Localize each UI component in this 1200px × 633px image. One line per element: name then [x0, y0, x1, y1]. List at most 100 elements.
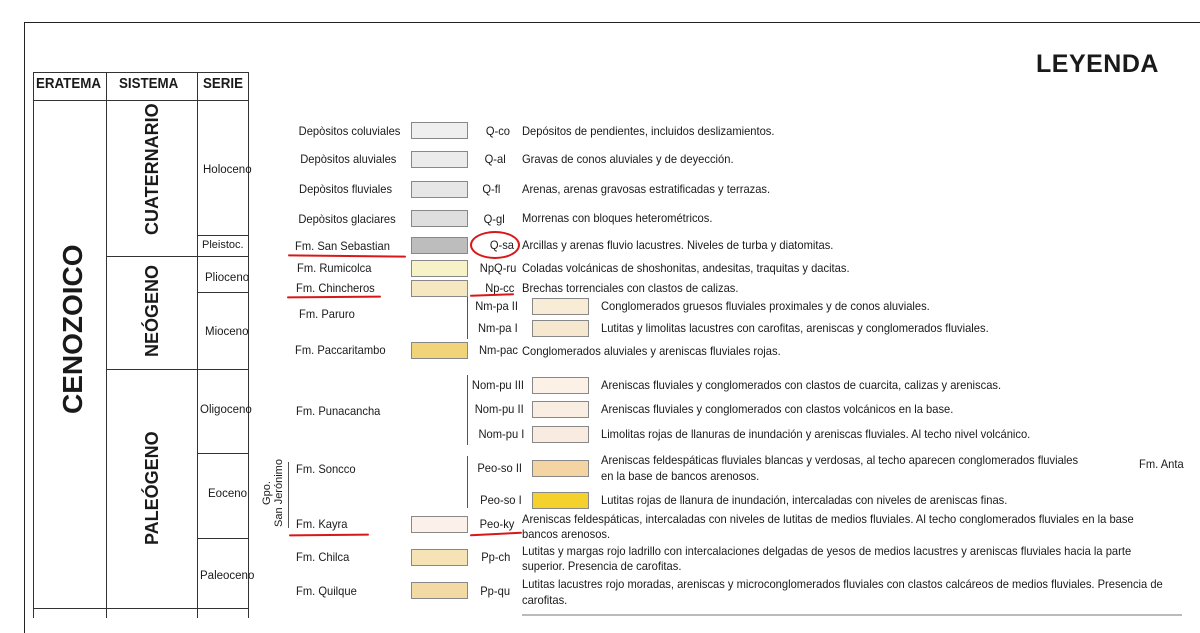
unit-description: Limolitas rojas de llanuras de inundació… [601, 427, 1031, 441]
unit-description: Areniscas fluviales y conglomerados con … [601, 402, 954, 416]
unit-description: Areniscas feldespáticas fluviales blanca… [601, 453, 1079, 467]
unit-description: Areniscas fluviales y conglomerados con … [601, 378, 1002, 392]
sistema-cuaternario: CUATERNARIO [142, 103, 162, 235]
unit-name: Depòsitos aluviales [299, 152, 396, 166]
unit-code: Peo-so I [480, 493, 522, 507]
unit-swatch [411, 342, 468, 359]
unit-swatch [411, 549, 468, 566]
grupo-bracket [288, 462, 289, 528]
unit-swatch [532, 492, 589, 509]
unit-name: Fm. Chincheros [296, 281, 375, 295]
serie-holoceno: Holoceno [203, 164, 252, 176]
unit-code: Nm-pa II [475, 299, 518, 313]
eoceno-bottom-line [197, 538, 248, 539]
sistema-paleogeno: PALEÓGENO [142, 431, 162, 545]
unit-code: Q-fl [482, 182, 500, 196]
paruro-bracket [467, 297, 468, 339]
header-bottom-line [33, 100, 248, 101]
unit-swatch [411, 516, 468, 533]
unit-description: Brechas torrenciales con clastos de cali… [522, 281, 739, 295]
neogeno-bottom-line [106, 369, 248, 370]
unit-swatch [532, 401, 589, 418]
header-sistema: SISTEMA [119, 76, 179, 92]
unit-swatch [411, 280, 468, 297]
red-circle-q-sa [470, 231, 520, 259]
unit-description: Arenas, arenas gravosas estratificadas y… [522, 182, 771, 196]
header-serie: SERIE [203, 76, 244, 92]
unit-name: Fm. Rumicolca [297, 261, 372, 275]
unit-description: Depósitos de pendientes, incluidos desli… [522, 124, 775, 138]
serie-oligoceno: Oligoceno [200, 404, 252, 416]
plioceno-bottom-line [197, 292, 248, 293]
unit-code: Nm-pac [478, 343, 518, 357]
punacancha-bracket [467, 375, 468, 445]
unit-code: Pp-qu [480, 584, 510, 598]
oligoceno-bottom-line [197, 453, 248, 454]
side-label-fm-anta: Fm. Anta [1139, 457, 1184, 471]
unit-description: Conglomerados gruesos fluviales proximal… [601, 299, 930, 313]
table-top-line [33, 72, 248, 73]
unit-swatch [532, 460, 589, 477]
unit-code: NpQ-ru [479, 261, 516, 275]
unit-description-line2: en la base de bancos arenosos. [601, 469, 760, 483]
unit-description: Conglomerados aluviales y areniscas fluv… [522, 344, 781, 358]
cutoff-text-row [522, 614, 1182, 616]
cuaternario-bottom-line [106, 256, 248, 257]
unit-name: Depòsitos coluviales [298, 124, 400, 138]
unit-name: Fm. Paccaritambo [295, 343, 386, 357]
unit-description: Lutitas y limolitas lacustres con carofi… [601, 321, 989, 335]
unit-code: Pp-ch [480, 550, 510, 564]
soncco-bracket [467, 456, 468, 508]
unit-description-line2: bancos arenosos. [522, 527, 611, 541]
eratema-divider [106, 72, 107, 618]
unit-description: Arcillas y arenas fluvio lacustres. Nive… [522, 238, 834, 252]
serie-plioceno: Plioceno [205, 272, 250, 284]
unit-swatch [411, 122, 468, 139]
serie-eoceno: Eoceno [208, 488, 248, 500]
unit-description: Morrenas con bloques heterométricos. [522, 211, 713, 225]
unit-name: Depòsitos fluviales [298, 182, 392, 196]
unit-code: Q-co [485, 124, 510, 138]
unit-name: Depòsitos glaciares [298, 212, 396, 226]
unit-name: Fm. San Sebastian [295, 239, 390, 253]
grupo-label-line2: San Jerónimo [273, 459, 285, 527]
unit-swatch [411, 151, 468, 168]
unit-swatch [532, 320, 589, 337]
eratema-cenozoico: CENOZOICO [57, 244, 88, 414]
unit-swatch [532, 298, 589, 315]
unit-swatch [411, 181, 468, 198]
unit-description: Coladas volcánicas de shoshonitas, andes… [522, 261, 850, 275]
header-eratema: ERATEMA [36, 76, 101, 92]
unit-code: Peo-so II [477, 461, 522, 475]
unit-description: Lutitas rojas de llanura de inundación, … [601, 493, 1008, 507]
serie-divider [248, 72, 249, 618]
unit-code: Nm-pa I [478, 321, 518, 335]
unit-description: Areniscas feldespáticas, intercaladas co… [522, 512, 1134, 526]
unit-name: Fm. Punacancha [296, 404, 381, 418]
unit-code: Peo-ky [479, 517, 514, 531]
unit-code: Nom-pu II [475, 402, 524, 416]
table-bottom-line [33, 608, 248, 609]
unit-description-line2: superior. Presencia de carofitas. [522, 559, 682, 573]
serie-paleoceno: Paleoceno [200, 570, 255, 582]
unit-code: Q-gl [483, 212, 505, 226]
table-left-border [33, 72, 34, 618]
sistema-divider [197, 72, 198, 618]
serie-mioceno: Mioceno [205, 326, 249, 338]
unit-description: Lutitas y margas rojo ladrillo con inter… [522, 544, 1132, 558]
unit-name: Fm. Paruro [299, 307, 355, 321]
unit-swatch [532, 377, 589, 394]
unit-code: Nom-pu I [478, 427, 524, 441]
unit-description-line2: carofitas. [522, 593, 568, 607]
unit-name: Fm. Chilca [296, 550, 350, 564]
unit-name: Fm. Soncco [296, 462, 356, 476]
holoceno-bottom-line [197, 235, 248, 236]
unit-code: Nom-pu III [471, 378, 524, 392]
unit-swatch [411, 582, 468, 599]
serie-pleistoceno: Pleistoc. [202, 239, 244, 251]
unit-name: Fm. Quilque [296, 584, 357, 598]
sistema-neogeno: NEÓGENO [142, 264, 162, 357]
unit-name: Fm. Kayra [296, 517, 348, 531]
legend-title: LEYENDA [1036, 50, 1159, 78]
unit-swatch [411, 210, 468, 227]
